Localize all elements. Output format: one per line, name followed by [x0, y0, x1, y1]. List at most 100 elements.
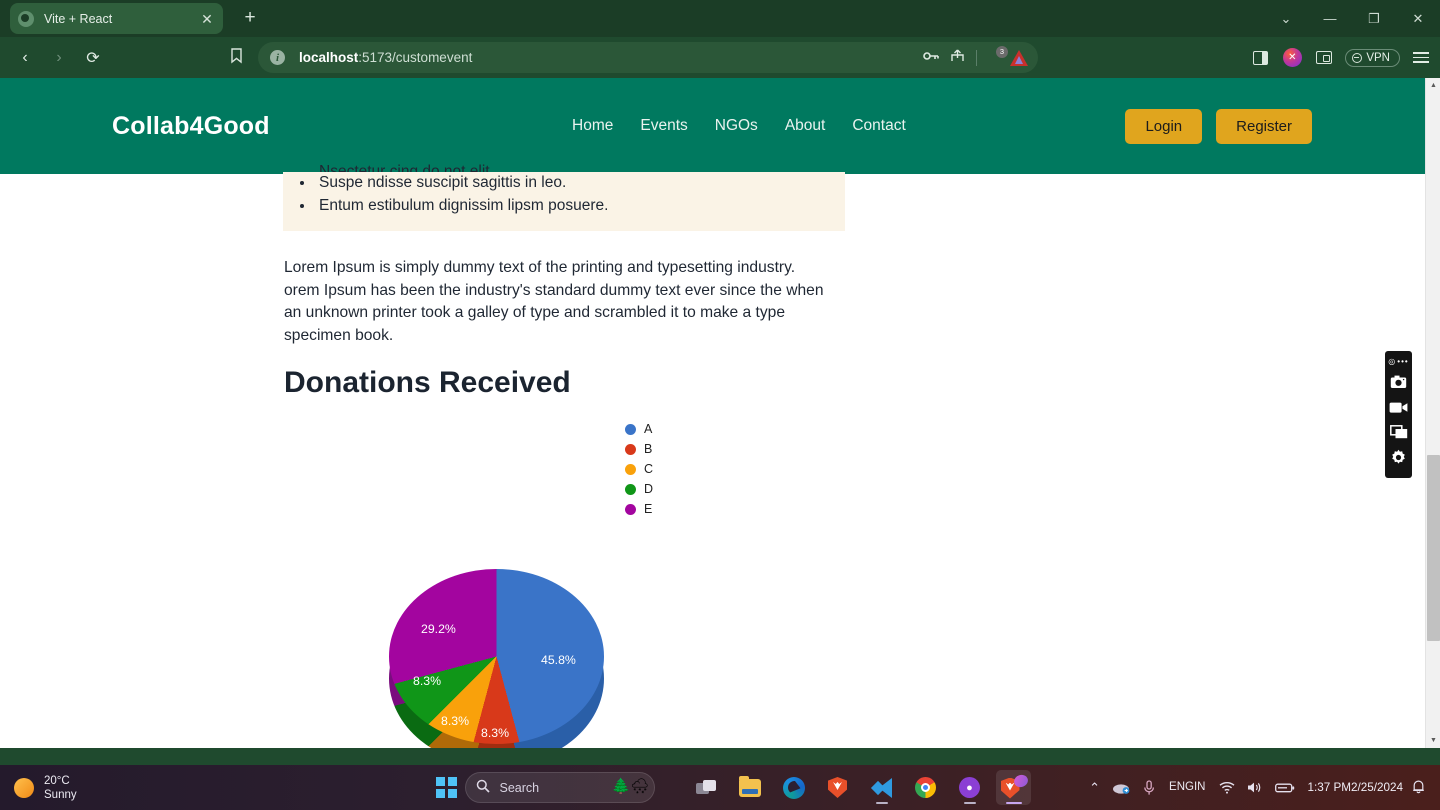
legend-item-c[interactable]: C — [625, 459, 653, 479]
browser-toolbar: ‹ › ⟳ i localhost:5173/customevent 3 ✕ V… — [0, 37, 1440, 78]
search-icon — [476, 779, 490, 796]
login-button[interactable]: Login — [1125, 108, 1203, 144]
taskbar-apps — [688, 770, 1031, 805]
vertical-scrollbar[interactable]: ▲ ▼ — [1425, 78, 1440, 748]
wifi-icon[interactable] — [1213, 772, 1241, 804]
browser-tab[interactable]: Vite + React ✕ — [10, 3, 223, 34]
scroll-up-icon[interactable]: ▲ — [1426, 78, 1440, 93]
browser-window: Vite + React ✕ + ⌄ — ❐ ✕ ‹ › ⟳ i localho… — [0, 0, 1440, 765]
page-viewport: Collab4Good Home Events NGOs About Conta… — [0, 78, 1425, 748]
site-nav: Home Events NGOs About Contact — [572, 117, 906, 135]
legend-item-b[interactable]: B — [625, 439, 653, 459]
legend-label: C — [644, 462, 654, 476]
legend-item-e[interactable]: E — [625, 499, 653, 519]
nav-item-ngos[interactable]: NGOs — [715, 117, 758, 135]
video-icon[interactable] — [1389, 397, 1409, 417]
chevron-down-icon[interactable]: ⌄ — [1264, 0, 1308, 37]
legend-label: D — [644, 482, 654, 496]
camera-icon[interactable] — [1389, 372, 1409, 392]
taskbar-app-github[interactable] — [952, 770, 987, 805]
taskbar-app-vscode[interactable] — [864, 770, 899, 805]
legend-item-a[interactable]: A — [625, 419, 653, 439]
legend-swatch-icon — [625, 443, 636, 455]
legend-swatch-icon — [625, 503, 636, 515]
vpn-button[interactable]: VPN — [1345, 48, 1400, 67]
maximize-icon[interactable]: ❐ — [1352, 0, 1396, 37]
site-info-icon[interactable]: i — [270, 50, 285, 65]
microphone-icon[interactable] — [1137, 772, 1161, 804]
site-brand[interactable]: Collab4Good — [112, 112, 270, 141]
close-window-icon[interactable]: ✕ — [1396, 0, 1440, 37]
weather-widget[interactable]: 20°C Sunny — [14, 774, 77, 802]
side-panel-icon[interactable] — [1249, 47, 1271, 69]
language-code: ENG — [1169, 781, 1194, 793]
body-paragraph: Lorem Ipsum is simply dummy text of the … — [284, 259, 824, 344]
brave-wallet-icon[interactable] — [1313, 47, 1335, 69]
address-bar[interactable]: i localhost:5173/customevent 3 — [258, 42, 1038, 73]
legend-swatch-icon — [625, 483, 636, 495]
weather-temperature: 20°C — [44, 774, 70, 787]
site-header: Collab4Good Home Events NGOs About Conta… — [0, 78, 1425, 174]
taskbar-app-brave[interactable] — [820, 770, 855, 805]
share-icon[interactable] — [947, 49, 967, 66]
windows-taskbar: 20°C Sunny Search 🌲🌨 ⌃ — [0, 765, 1440, 810]
reload-icon[interactable]: ⟳ — [76, 43, 110, 73]
brave-rewards-icon[interactable] — [1281, 47, 1303, 69]
vertical-scroll-thumb[interactable] — [1427, 455, 1440, 641]
legend-label: B — [644, 442, 653, 456]
browser-menu-icon[interactable] — [1410, 47, 1432, 69]
brave-leo-icon[interactable] — [1010, 49, 1028, 66]
system-tray: ⌃ ENG IN 1:37 PM 2/25/2024 — [1083, 772, 1432, 804]
window-icon[interactable] — [1389, 422, 1409, 442]
brave-shields-icon[interactable]: 3 — [986, 45, 1008, 67]
file-explorer-icon — [738, 775, 761, 797]
url-text: localhost:5173/customevent — [299, 50, 472, 65]
vs-code-icon — [872, 777, 892, 798]
nav-item-events[interactable]: Events — [640, 117, 687, 135]
legend-item-d[interactable]: D — [625, 479, 653, 499]
nav-item-home[interactable]: Home — [572, 117, 613, 135]
bookmark-icon[interactable] — [230, 47, 243, 68]
slice-label-b: 8.3% — [481, 726, 510, 740]
notifications-icon[interactable] — [1411, 779, 1432, 797]
github-icon — [959, 777, 980, 798]
clock-date: 2/25/2024 — [1351, 781, 1403, 794]
volume-icon[interactable] — [1241, 772, 1269, 804]
clock[interactable]: 1:37 PM 2/25/2024 — [1301, 772, 1411, 804]
scroll-down-icon[interactable]: ▼ — [1426, 733, 1440, 748]
search-input[interactable]: Search 🌲🌨 — [464, 772, 655, 803]
language-region: IN — [1193, 781, 1206, 793]
divider — [976, 49, 977, 66]
taskbar-app-chrome[interactable] — [908, 770, 943, 805]
taskbar-app-file-explorer[interactable] — [732, 770, 767, 805]
slice-label-c: 8.3% — [441, 714, 470, 728]
taskbar-app-edge[interactable] — [776, 770, 811, 805]
language-indicator[interactable]: ENG IN — [1161, 772, 1213, 804]
auth-buttons: Login Register — [1125, 108, 1312, 144]
recorder-more-icon[interactable]: ••• — [1397, 357, 1408, 366]
taskbar-app-brave-active[interactable] — [996, 770, 1031, 805]
slice-label-e: 29.2% — [421, 622, 456, 636]
taskbar-app-task-view[interactable] — [688, 770, 723, 805]
onedrive-icon[interactable] — [1106, 772, 1137, 804]
microsoft-edge-icon — [782, 776, 805, 799]
minimize-icon[interactable]: — — [1308, 0, 1352, 37]
register-button[interactable]: Register — [1216, 108, 1312, 144]
forward-icon[interactable]: › — [42, 43, 76, 73]
nav-item-contact[interactable]: Contact — [852, 117, 905, 135]
gear-icon[interactable] — [1389, 447, 1409, 467]
battery-icon[interactable] — [1269, 772, 1301, 804]
bullet-list: Nsectetur cing do not elit. Suspe ndisse… — [315, 163, 845, 217]
tray-overflow-icon[interactable]: ⌃ — [1083, 772, 1106, 804]
new-tab-button[interactable]: + — [240, 8, 260, 28]
back-icon[interactable]: ‹ — [8, 43, 42, 73]
nav-item-about[interactable]: About — [785, 117, 826, 135]
recorder-logo-icon: ◎ — [1388, 356, 1396, 366]
recorder-header[interactable]: ◎ ••• — [1388, 355, 1408, 367]
shield-block-count: 3 — [996, 45, 1008, 58]
start-button-icon[interactable] — [436, 777, 457, 798]
close-tab-icon[interactable]: ✕ — [199, 12, 215, 26]
pie-graphic: 45.8% 8.3% 8.3% 8.3% 29.2% — [389, 569, 604, 748]
google-chrome-icon — [915, 777, 936, 798]
key-icon[interactable] — [921, 50, 941, 65]
